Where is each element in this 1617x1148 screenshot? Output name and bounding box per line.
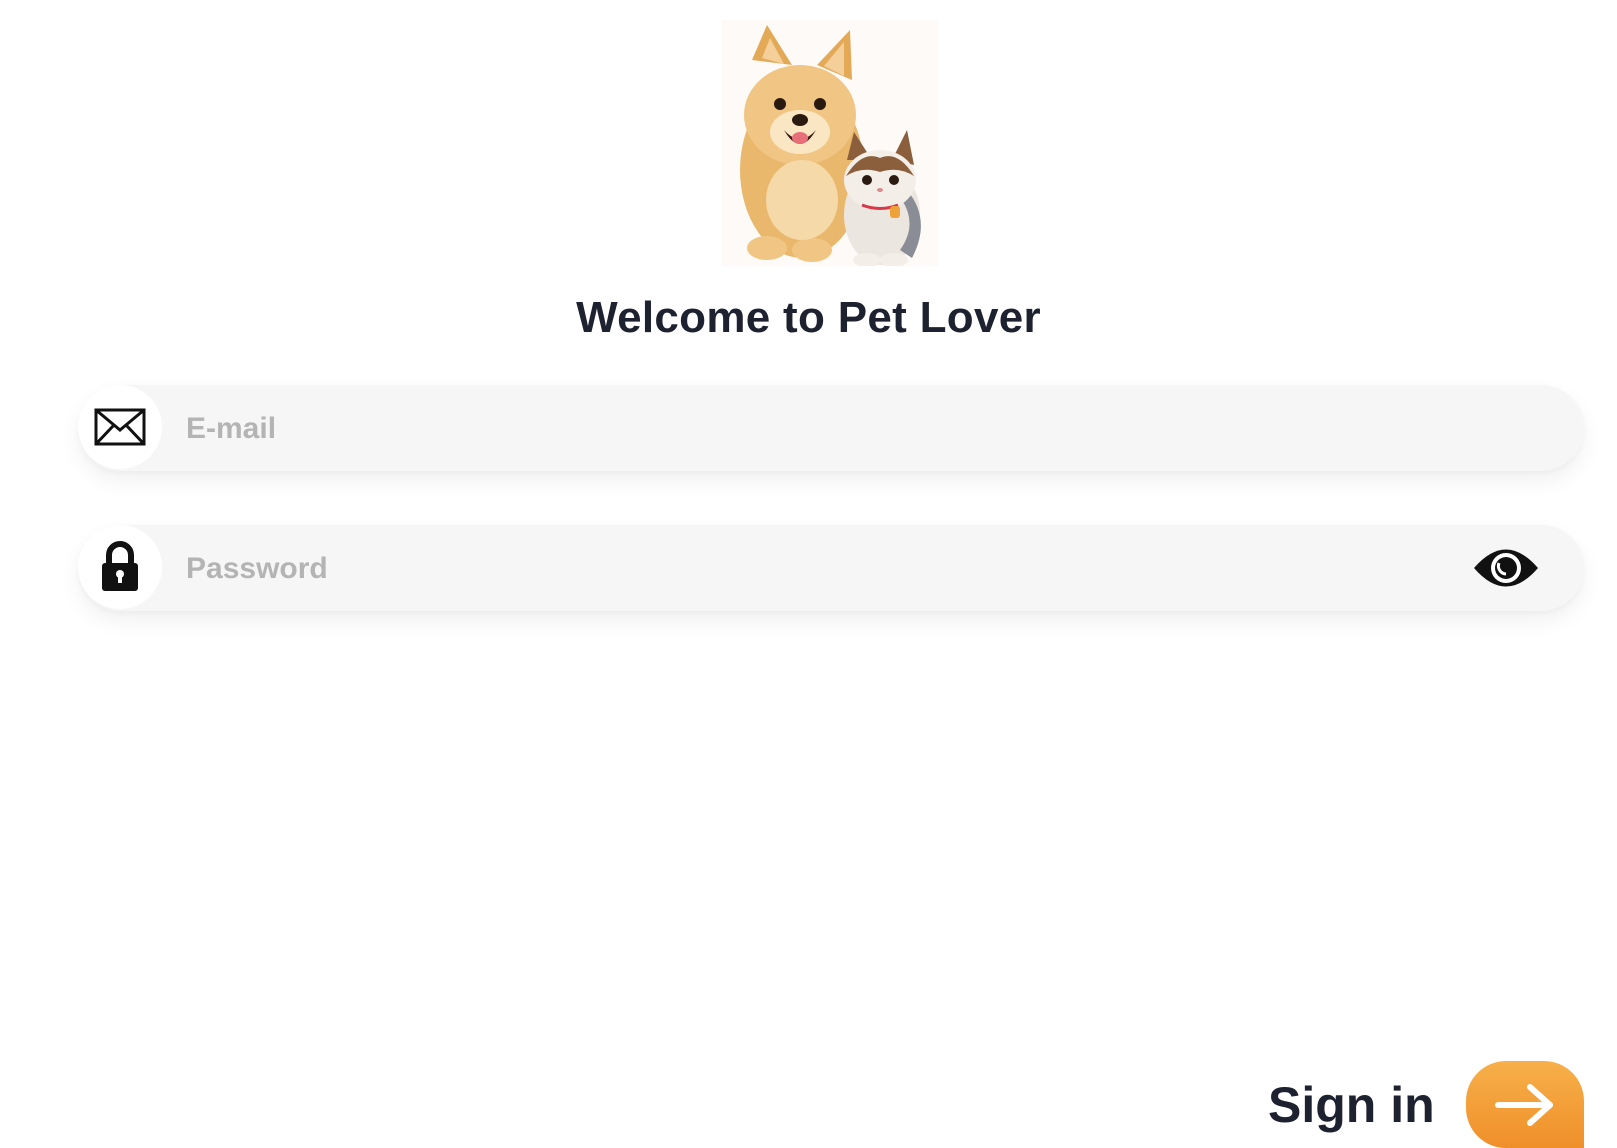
- arrow-right-icon: [1495, 1083, 1553, 1126]
- password-field-container: [78, 525, 1584, 613]
- signin-button[interactable]: [1466, 1061, 1584, 1148]
- page-title: Welcome to Pet Lover: [576, 293, 1041, 342]
- dog-and-cat-logo-icon: [740, 25, 921, 266]
- show-password-toggle[interactable]: [1472, 543, 1540, 593]
- password-input[interactable]: [184, 525, 1488, 613]
- signin-label: Sign in: [1268, 1077, 1435, 1133]
- email-icon-circle: [78, 385, 162, 469]
- email-field-container: [78, 385, 1584, 473]
- password-icon-circle: [78, 525, 162, 609]
- email-input[interactable]: [184, 385, 1488, 473]
- envelope-icon: [94, 408, 146, 446]
- login-screen: Welcome to Pet Lover E-mail Sign in: [0, 0, 1617, 1148]
- eye-icon: [1474, 549, 1538, 587]
- pet-logo-image: [722, 20, 938, 266]
- lock-icon: [102, 541, 138, 591]
